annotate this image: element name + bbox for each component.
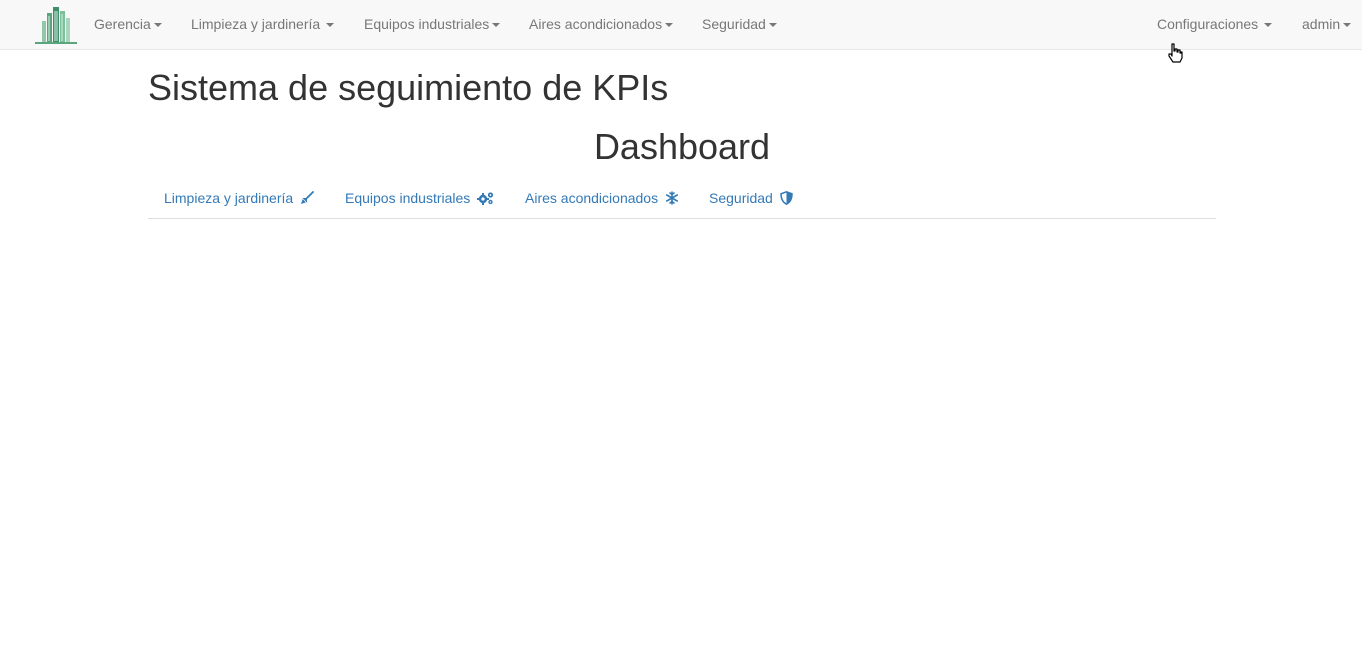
chevron-down-icon — [1343, 23, 1352, 28]
nav-admin[interactable]: admin — [1302, 0, 1352, 50]
nav-configuraciones-label: Configuraciones — [1157, 16, 1259, 32]
hand-pointer-icon — [1168, 43, 1183, 63]
buildings-logo-icon — [35, 7, 77, 44]
tab-seguridad[interactable]: Seguridad — [709, 178, 793, 218]
tab-limpieza-label: Limpieza y jardinería — [164, 190, 294, 206]
broom-icon — [301, 191, 314, 204]
nav-limpieza[interactable]: Limpieza y jardinería — [191, 0, 335, 50]
chevron-down-icon — [665, 23, 674, 28]
tab-aires-label: Aires acondicionados — [525, 190, 659, 206]
nav-admin-label: admin — [1302, 16, 1341, 32]
nav-aires-label: Aires acondicionados — [529, 16, 663, 32]
top-navbar: Gerencia Limpieza y jardinería Equipos i… — [0, 0, 1362, 50]
brand-logo[interactable] — [33, 5, 79, 45]
dashboard-title: Dashboard — [593, 126, 771, 167]
nav-limpieza-label: Limpieza y jardinería — [191, 16, 321, 32]
dashboard-tabs: Limpieza y jardinería Equipos industrial… — [148, 178, 1216, 219]
nav-aires[interactable]: Aires acondicionados — [529, 0, 674, 50]
tab-aires[interactable]: Aires acondicionados — [525, 178, 679, 218]
tab-limpieza[interactable]: Limpieza y jardinería — [164, 178, 314, 218]
gears-icon — [477, 192, 494, 205]
nav-equipos-label: Equipos industriales — [364, 16, 490, 32]
tab-seguridad-label: Seguridad — [709, 190, 773, 206]
tab-equipos-label: Equipos industriales — [345, 190, 471, 206]
nav-seguridad-label: Seguridad — [702, 16, 766, 32]
chevron-down-icon — [492, 23, 501, 28]
page-title: Sistema de seguimiento de KPIs — [148, 67, 669, 108]
nav-gerencia[interactable]: Gerencia — [94, 0, 162, 50]
nav-gerencia-label: Gerencia — [94, 16, 151, 32]
snowflake-icon — [665, 191, 678, 205]
tab-equipos[interactable]: Equipos industriales — [345, 178, 494, 218]
shield-icon — [779, 191, 793, 206]
nav-seguridad[interactable]: Seguridad — [702, 0, 777, 50]
nav-equipos[interactable]: Equipos industriales — [364, 0, 501, 50]
chevron-down-icon — [768, 23, 777, 28]
chevron-down-icon — [326, 23, 335, 28]
chevron-down-icon — [153, 23, 162, 28]
chevron-down-icon — [1264, 23, 1273, 28]
